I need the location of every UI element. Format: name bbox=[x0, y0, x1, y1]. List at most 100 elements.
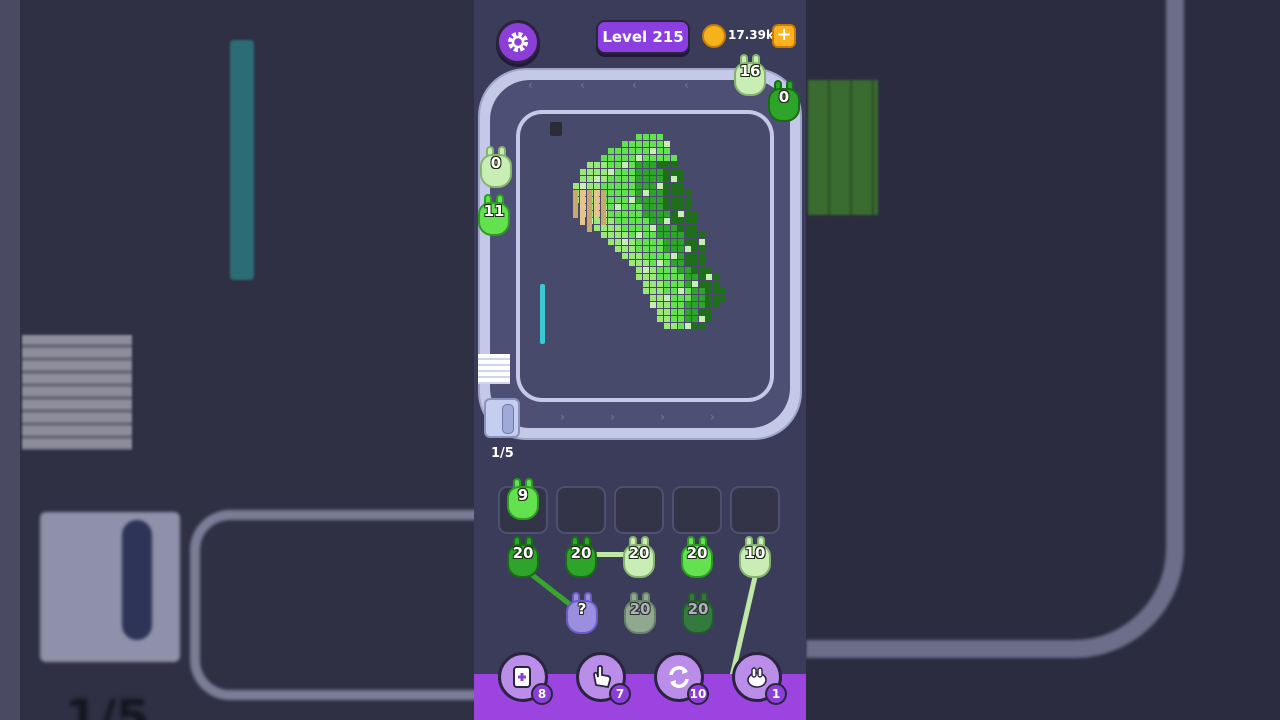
pixel-block bbox=[608, 176, 614, 182]
pixel-block bbox=[671, 267, 677, 273]
pixel-block bbox=[594, 176, 600, 182]
pixel-block bbox=[587, 176, 593, 182]
chevron-left-icon: ‹ bbox=[580, 78, 585, 92]
hand-powerup[interactable]: 7 bbox=[576, 652, 631, 705]
chevron-right-icon: › bbox=[710, 410, 715, 424]
pixel-block bbox=[608, 211, 614, 217]
pixel-block bbox=[664, 148, 670, 154]
pixel-block bbox=[650, 225, 656, 231]
pixel-block bbox=[643, 288, 649, 294]
pixel-block bbox=[622, 218, 628, 224]
powerup-count: 1 bbox=[765, 683, 787, 705]
pixel-block bbox=[650, 288, 656, 294]
pixel-block bbox=[664, 197, 670, 203]
pixel-block bbox=[601, 162, 607, 168]
pixel-block bbox=[664, 225, 670, 231]
pixel-block bbox=[657, 316, 663, 322]
pixel-block bbox=[664, 211, 670, 217]
conveyor-bunny[interactable]: 11 bbox=[474, 194, 514, 236]
holding-slot bbox=[614, 486, 664, 534]
powerup-count: 7 bbox=[609, 683, 631, 705]
pixel-block bbox=[706, 316, 712, 322]
pixel-block bbox=[657, 183, 663, 189]
add-slot-powerup[interactable]: 8 bbox=[498, 652, 553, 705]
pixel-block bbox=[678, 316, 684, 322]
pixel-block bbox=[671, 176, 677, 182]
queue-bunny[interactable]: 10 bbox=[735, 536, 775, 578]
pixel-block bbox=[650, 239, 656, 245]
pixel-block bbox=[580, 176, 586, 182]
pixel-block bbox=[720, 295, 726, 301]
queue-bunny[interactable]: 20 bbox=[619, 536, 659, 578]
chevron-right-icon: › bbox=[610, 410, 615, 424]
pixel-block bbox=[636, 197, 642, 203]
queued-bunny: 20 bbox=[620, 592, 660, 634]
conveyor-bunny[interactable]: 0 bbox=[764, 80, 804, 122]
bunny-magic-powerup[interactable]: 1 bbox=[732, 652, 787, 705]
pixel-block bbox=[629, 232, 635, 238]
pixel-block bbox=[671, 302, 677, 308]
pixel-block bbox=[699, 316, 705, 322]
add-coins-button[interactable]: + bbox=[772, 24, 796, 48]
pixel-block bbox=[650, 148, 656, 154]
shuffle-powerup[interactable]: 10 bbox=[654, 652, 709, 705]
pixel-block bbox=[636, 183, 642, 189]
pixel-block bbox=[657, 246, 663, 252]
pixel-block bbox=[650, 155, 656, 161]
pixel-block bbox=[580, 169, 586, 175]
pixel-block bbox=[594, 162, 600, 168]
queue-bunny[interactable]: 20 bbox=[677, 536, 717, 578]
pixel-block bbox=[657, 169, 663, 175]
pixel-block bbox=[664, 176, 670, 182]
pixel-block bbox=[671, 232, 677, 238]
pixel-block bbox=[643, 239, 649, 245]
pixel-block bbox=[622, 141, 628, 147]
pixel-block bbox=[650, 190, 656, 196]
pixel-block bbox=[699, 239, 705, 245]
pixel-block bbox=[657, 295, 663, 301]
pixel-block bbox=[594, 218, 600, 224]
queue-bunny[interactable]: 20 bbox=[561, 536, 601, 578]
pixel-block bbox=[699, 232, 705, 238]
conveyor-bunny[interactable]: 0 bbox=[476, 146, 516, 188]
pixel-block bbox=[664, 239, 670, 245]
block-stack-icon bbox=[478, 354, 510, 384]
pixel-block bbox=[692, 225, 698, 231]
pixel-block bbox=[636, 204, 642, 210]
pixel-block bbox=[664, 162, 670, 168]
pixel-block bbox=[601, 169, 607, 175]
pixel-block bbox=[685, 190, 691, 196]
pixel-block bbox=[643, 169, 649, 175]
pixel-block bbox=[636, 274, 642, 280]
pixel-block bbox=[699, 267, 705, 273]
pixel-block bbox=[664, 141, 670, 147]
gear-icon bbox=[508, 32, 528, 52]
chevron-right-icon: › bbox=[560, 410, 565, 424]
pixel-block bbox=[678, 309, 684, 315]
pixel-block bbox=[664, 323, 670, 329]
pixel-block bbox=[629, 141, 635, 147]
background-left: 1/5 bbox=[0, 0, 474, 720]
pixel-block bbox=[643, 162, 649, 168]
pixel-block bbox=[713, 302, 719, 308]
pixel-block bbox=[692, 239, 698, 245]
pixel-block bbox=[664, 281, 670, 287]
settings-button[interactable] bbox=[496, 20, 540, 64]
pixel-block bbox=[692, 295, 698, 301]
pixel-block bbox=[622, 162, 628, 168]
pixel-block bbox=[615, 246, 621, 252]
pixel-block bbox=[615, 190, 621, 196]
queue-bunny[interactable]: 20 bbox=[503, 536, 543, 578]
pixel-block bbox=[643, 232, 649, 238]
pixel-block bbox=[706, 288, 712, 294]
pixel-block bbox=[678, 232, 684, 238]
pixel-block bbox=[580, 190, 585, 225]
slot-bunny[interactable]: 9 bbox=[503, 478, 543, 520]
pixel-block bbox=[678, 183, 684, 189]
holding-slot bbox=[672, 486, 722, 534]
pixel-block bbox=[629, 176, 635, 182]
pixel-block bbox=[657, 288, 663, 294]
pixel-block bbox=[636, 260, 642, 266]
pixel-block bbox=[671, 316, 677, 322]
pixel-block bbox=[615, 155, 621, 161]
